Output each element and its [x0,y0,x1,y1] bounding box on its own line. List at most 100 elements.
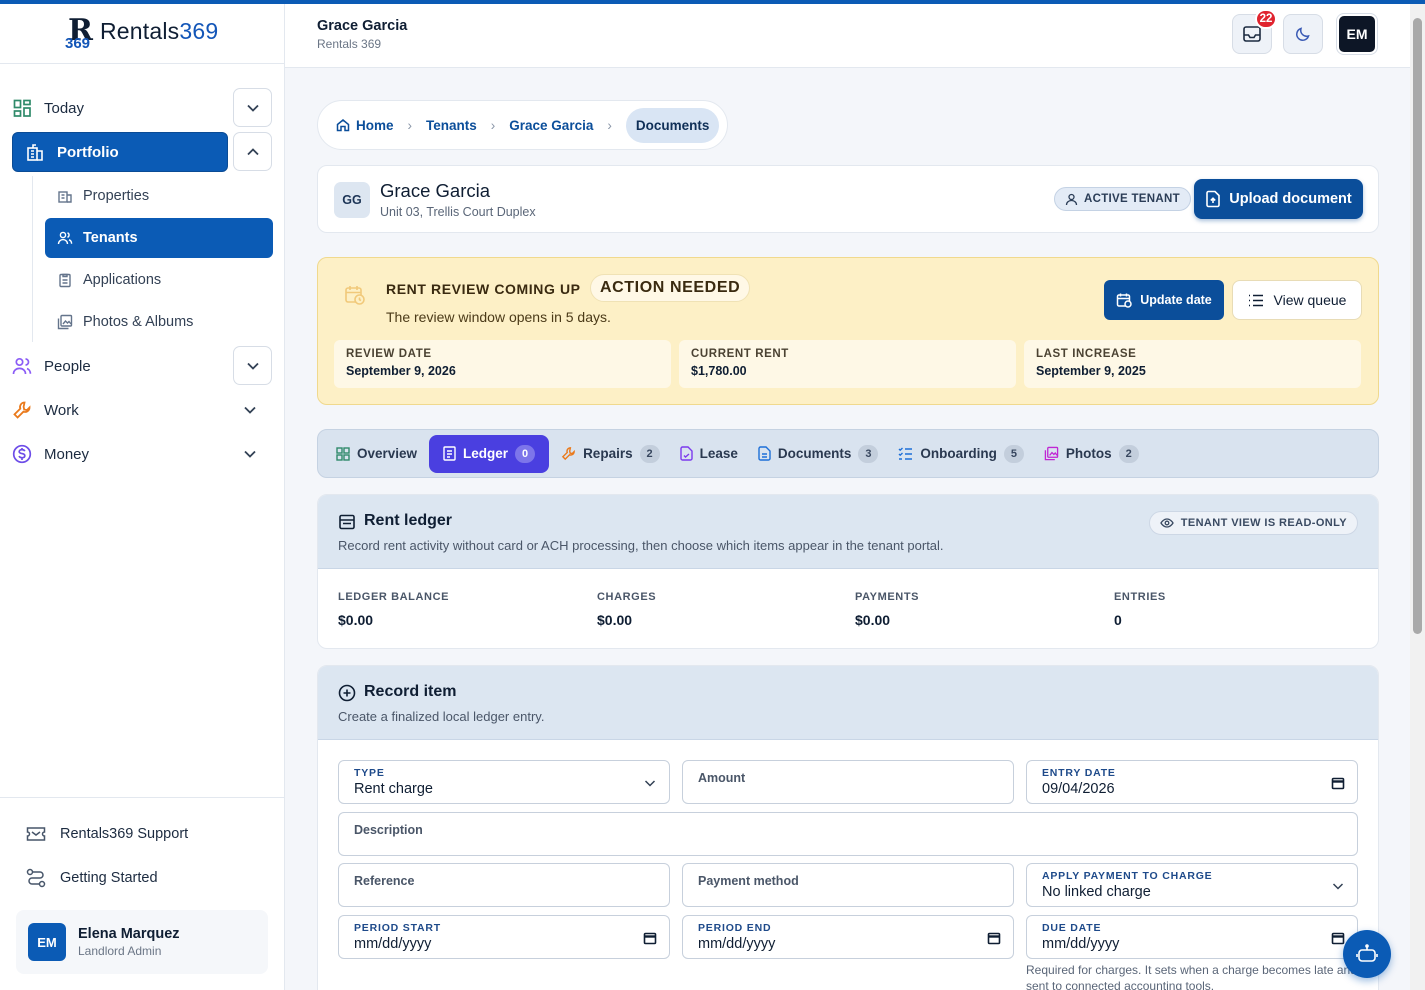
getting-started-label: Getting Started [60,870,158,886]
user-info: Elena Marquez Landlord Admin [78,926,180,958]
grid-icon [336,446,350,461]
record-item-subtitle: Create a finalized local ledger entry. [338,709,545,724]
header-avatar[interactable]: EM [1337,14,1377,54]
getting-started-link[interactable]: Getting Started [0,856,284,900]
page-scrollbar[interactable] [1410,4,1425,990]
field-value: Rent charge [354,781,433,797]
field-value: mm/dd/yyyy [354,936,432,952]
current-rent-stat: CURRENT RENT $1,780.00 [679,340,1016,388]
charges-metric: CHARGES $0.00 [597,591,656,628]
people-expand-toggle[interactable] [233,346,272,385]
breadcrumb-tenant[interactable]: Grace Garcia [509,118,593,133]
chevron-down-icon [244,450,256,458]
robot-icon [1356,944,1378,962]
sidebar-item-label: Money [44,445,90,463]
tab-onboarding[interactable]: Onboarding 5 [890,435,1032,473]
field-placeholder: Amount [698,771,746,785]
calendar-icon[interactable] [643,931,657,945]
tab-label: Ledger [463,446,509,461]
rent-ledger-title: Rent ledger [364,512,453,529]
update-date-button[interactable]: Update date [1104,280,1224,320]
building-small-icon [58,191,72,203]
users-icon [12,356,32,376]
breadcrumb-home[interactable]: Home [336,118,394,133]
sidebar-row-money: Money [0,432,284,476]
sidebar-subitem-applications[interactable]: Applications [45,260,273,300]
metric-label: PAYMENTS [855,591,920,603]
sidebar-item-label: Work [44,401,79,419]
sidebar-item-money[interactable]: Money [0,434,89,474]
tab-overview[interactable]: Overview [328,435,425,473]
sidebar-subitem-tenants[interactable]: Tenants [45,218,273,258]
sidebar-subitem-properties[interactable]: Properties [45,176,273,216]
support-link[interactable]: Rentals369 Support [0,812,284,856]
work-expand-toggle[interactable] [240,400,260,420]
read-only-label: TENANT VIEW IS READ-ONLY [1180,517,1347,529]
wrench-icon [561,447,575,461]
assistant-button[interactable] [1343,930,1391,978]
payment-method-input[interactable]: Payment method [682,863,1014,907]
tab-label: Photos [1065,446,1112,461]
chevron-down-icon [244,406,256,414]
chevron-up-icon [246,147,259,155]
portfolio-collapse-toggle[interactable] [233,132,272,171]
amount-input[interactable]: Amount [682,760,1014,804]
tab-ledger[interactable]: Ledger 0 [429,434,550,473]
calendar-icon[interactable] [1331,931,1345,945]
field-placeholder: Reference [354,874,415,888]
theme-toggle-button[interactable] [1283,14,1323,54]
avatar: EM [28,923,66,961]
due-date-help-text: Required for charges. It sets when a cha… [1026,963,1369,990]
tab-photos[interactable]: Photos 2 [1036,435,1147,473]
type-select[interactable]: TYPE Rent charge [338,760,670,804]
last-increase-stat: LAST INCREASE September 9, 2025 [1024,340,1361,388]
chevron-down-icon [246,104,259,112]
plus-circle-icon [338,684,356,702]
tab-lease[interactable]: Lease [672,435,746,473]
user-name: Elena Marquez [78,926,180,942]
tab-documents[interactable]: Documents 3 [750,435,887,473]
calendar-icon[interactable] [1331,776,1345,790]
field-placeholder: Description [354,823,423,837]
sidebar-subitem-photos[interactable]: Photos & Albums [45,302,273,342]
due-date-input[interactable]: DUE DATE mm/dd/yyyy [1026,915,1358,959]
entry-date-input[interactable]: ENTRY DATE 09/04/2026 [1026,760,1358,804]
sidebar-row-work: Work [0,388,284,432]
breadcrumb: Home › Tenants › Grace Garcia › Document… [317,100,729,150]
chevron-down-icon [644,780,656,787]
period-end-input[interactable]: PERIOD END mm/dd/yyyy [682,915,1014,959]
tab-repairs[interactable]: Repairs 2 [553,435,668,473]
sidebar-item-work[interactable]: Work [0,390,79,430]
document-icon [758,446,771,461]
upload-document-button[interactable]: Upload document [1194,179,1363,219]
today-expand-toggle[interactable] [233,88,272,127]
action-needed-badge: ACTION NEEDED [590,274,751,302]
reference-input[interactable]: Reference [338,863,670,907]
support-label: Rentals369 Support [60,826,189,842]
record-item-form: TYPE Rent charge Amount ENTRY DATE 09/04… [318,740,1378,990]
checklist-icon [898,447,913,460]
sidebar-item-people[interactable]: People [0,346,91,386]
stat-label: LAST INCREASE [1036,348,1137,360]
tab-label: Overview [357,446,418,461]
period-start-input[interactable]: PERIOD START mm/dd/yyyy [338,915,670,959]
brand-logo[interactable]: R 369 Rentals369 [0,0,284,64]
description-input[interactable]: Description [338,812,1358,856]
field-value: No linked charge [1042,884,1151,900]
calendar-icon[interactable] [987,931,1001,945]
portfolio-submenu: Properties Tenants Applications Photos &… [32,176,284,342]
notifications-button[interactable]: 22 [1232,9,1277,54]
ledger-icon [443,446,456,461]
logo-number: 369 [65,34,91,52]
scrollbar-thumb[interactable] [1413,18,1422,634]
user-card[interactable]: EM Elena Marquez Landlord Admin [16,910,268,974]
money-expand-toggle[interactable] [240,444,260,464]
breadcrumb-tenants[interactable]: Tenants [426,118,477,133]
view-queue-button[interactable]: View queue [1232,280,1362,320]
sidebar-item-today[interactable]: Today [0,88,84,128]
sidebar-item-portfolio[interactable]: Portfolio [12,132,228,172]
sidebar: R 369 Rentals369 Today Portfolio Propert… [0,0,285,990]
tenant-unit: Unit 03, Trellis Court Duplex [380,205,536,219]
apply-payment-select[interactable]: APPLY PAYMENT TO CHARGE No linked charge [1026,863,1358,907]
users-small-icon [57,231,73,245]
